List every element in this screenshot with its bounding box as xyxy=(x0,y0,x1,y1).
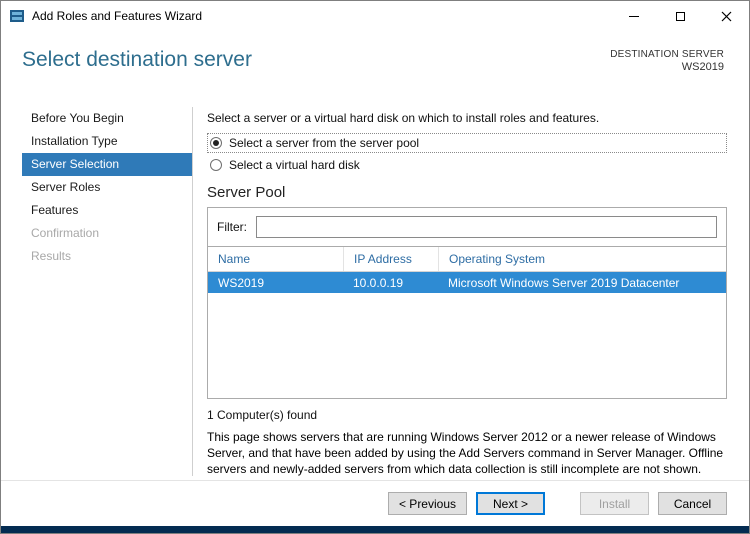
sidebar-item-results: Results xyxy=(31,249,72,263)
sidebar-item-before-you-begin[interactable]: Before You Begin xyxy=(22,107,192,130)
sidebar-item-confirmation: Confirmation xyxy=(31,226,100,240)
server-pool-heading: Server Pool xyxy=(207,184,286,201)
column-header-name[interactable]: Name xyxy=(208,247,343,271)
sidebar-item-server-selection[interactable]: Server Selection xyxy=(22,153,192,176)
radio-server-pool[interactable]: Select a server from the server pool xyxy=(207,133,727,153)
accent-strip xyxy=(1,526,749,533)
table-header-row: Name IP Address Operating System xyxy=(208,247,726,272)
wizard-footer: < Previous Next > Install Cancel xyxy=(1,480,749,526)
wizard-body: Before You Begin Installation Type Serve… xyxy=(1,99,749,480)
page-description: This page shows servers that are running… xyxy=(207,430,724,477)
cancel-button[interactable]: Cancel xyxy=(658,492,727,515)
filter-label: Filter: xyxy=(217,220,247,234)
window-controls xyxy=(611,1,749,31)
table-row[interactable]: WS2019 10.0.0.19 Microsoft Windows Serve… xyxy=(208,272,726,293)
minimize-icon xyxy=(629,15,639,17)
radio-unselected-icon xyxy=(210,159,222,171)
install-button: Install xyxy=(580,492,649,515)
maximize-icon xyxy=(675,11,685,21)
sidebar-item-installation-type[interactable]: Installation Type xyxy=(22,130,192,153)
cell-name: WS2019 xyxy=(218,275,265,290)
main-content: Select a server or a virtual hard disk o… xyxy=(193,99,749,480)
server-table: Name IP Address Operating System WS2019 … xyxy=(208,246,726,398)
radio-server-pool-label: Select a server from the server pool xyxy=(229,136,420,150)
wizard-nav: Before You Begin Installation Type Serve… xyxy=(22,99,192,480)
filter-row: Filter: xyxy=(208,208,726,246)
table-empty-area xyxy=(208,293,726,398)
filter-input[interactable] xyxy=(256,216,717,238)
sidebar-item-server-roles[interactable]: Server Roles xyxy=(22,176,192,199)
cell-ip-address: 10.0.0.19 xyxy=(353,275,404,290)
radio-virtual-hard-disk-label: Select a virtual hard disk xyxy=(229,158,360,172)
wizard-window: Add Roles and Features Wizard Select des… xyxy=(0,0,750,534)
window-title: Add Roles and Features Wizard xyxy=(32,9,203,23)
server-pool-box: Filter: Name IP Address Operating System… xyxy=(207,207,727,399)
app-icon xyxy=(9,8,25,24)
titlebar: Add Roles and Features Wizard xyxy=(1,1,749,31)
previous-button[interactable]: < Previous xyxy=(387,492,467,515)
column-header-ip-address[interactable]: IP Address xyxy=(343,247,438,271)
radio-virtual-hard-disk[interactable]: Select a virtual hard disk xyxy=(207,156,727,174)
maximize-button[interactable] xyxy=(657,1,703,31)
radio-selected-icon xyxy=(210,137,222,149)
destination-server-block: DESTINATION SERVER WS2019 xyxy=(610,49,724,73)
close-button[interactable] xyxy=(703,1,749,31)
close-icon xyxy=(721,11,731,21)
sidebar-item-features[interactable]: Features xyxy=(22,199,192,222)
computers-found-text: 1 Computer(s) found xyxy=(207,408,318,422)
destination-server-value: WS2019 xyxy=(681,61,724,73)
intro-text: Select a server or a virtual hard disk o… xyxy=(207,111,600,125)
column-header-operating-system[interactable]: Operating System xyxy=(438,247,726,271)
next-button[interactable]: Next > xyxy=(476,492,545,515)
wizard-header: Select destination server DESTINATION SE… xyxy=(1,31,749,99)
destination-server-label: DESTINATION SERVER xyxy=(610,49,724,60)
minimize-button[interactable] xyxy=(611,1,657,31)
cell-operating-system: Microsoft Windows Server 2019 Datacenter xyxy=(448,275,680,290)
